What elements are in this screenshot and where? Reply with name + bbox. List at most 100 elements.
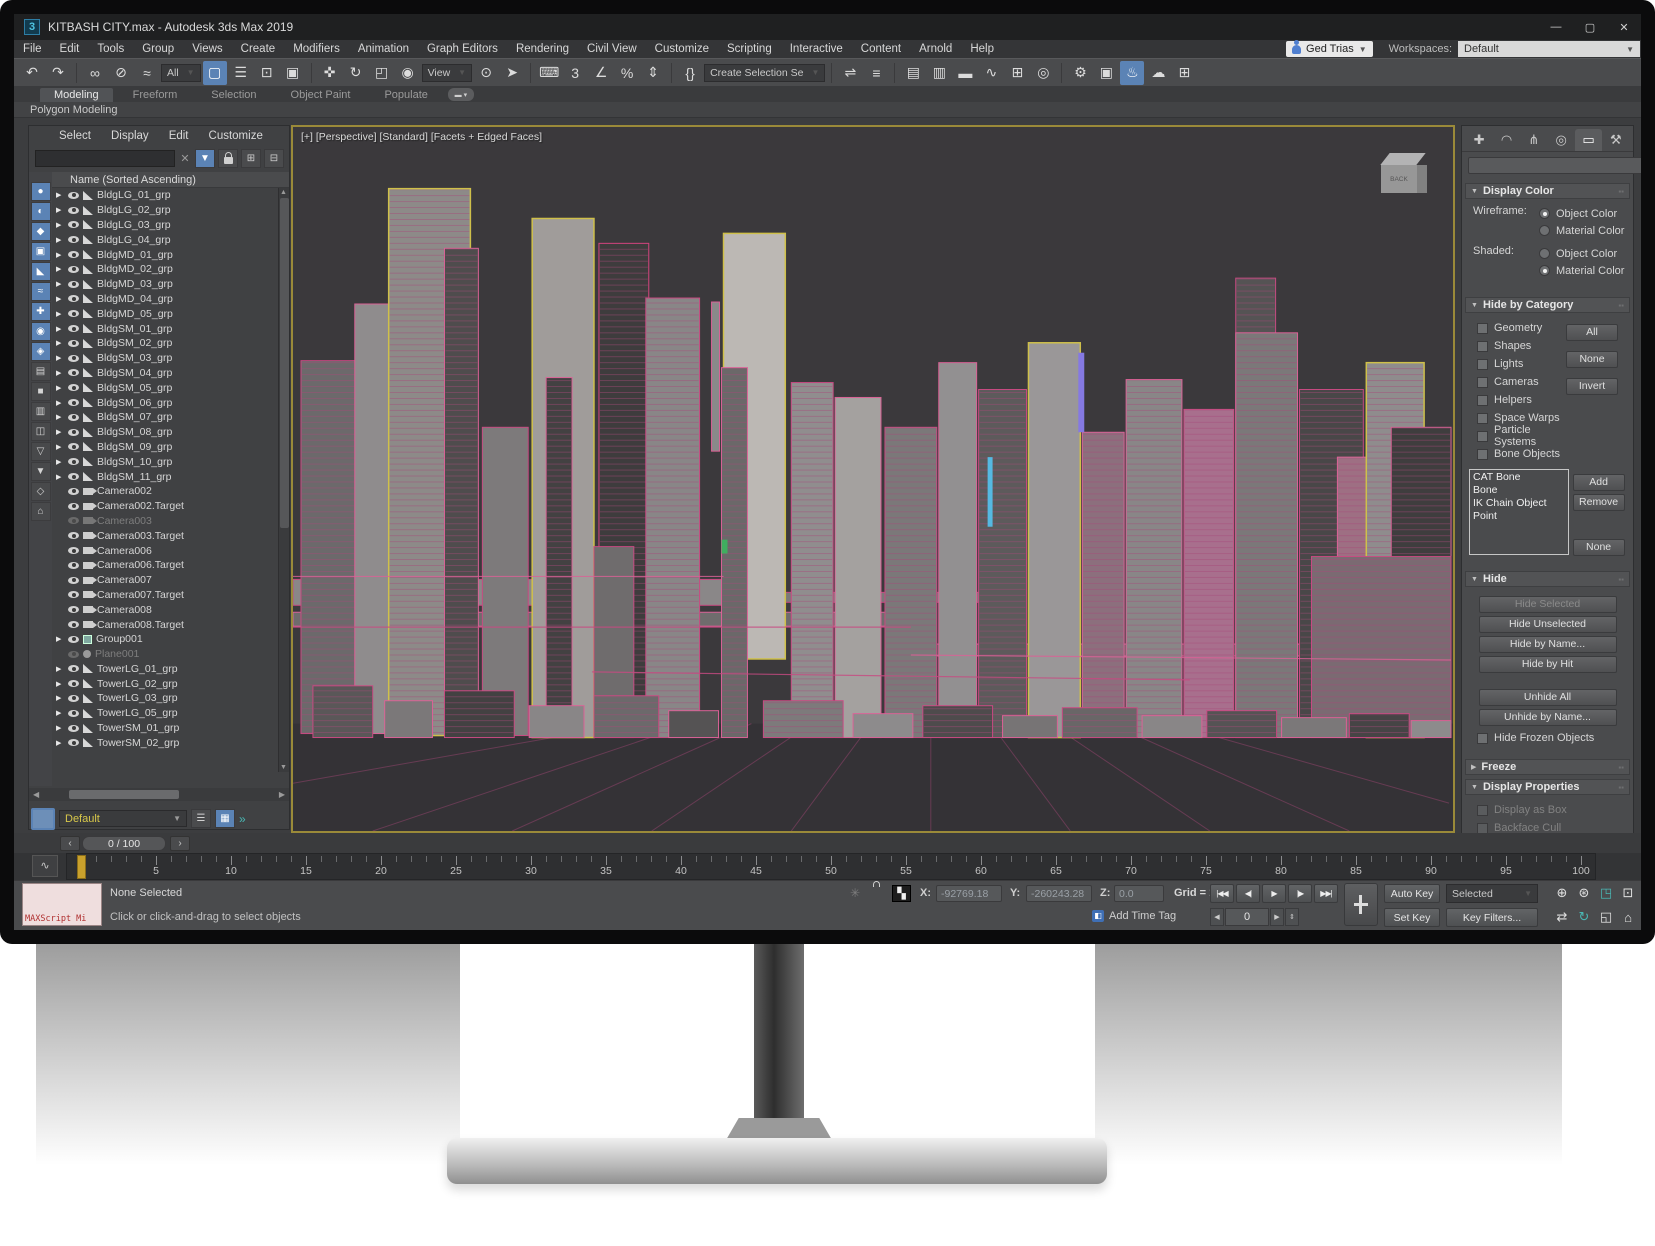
expand-icon[interactable]: ▶ [56, 665, 64, 673]
render-setup-icon[interactable]: ⚙ [1068, 61, 1092, 85]
align-icon[interactable]: ≡ [864, 61, 888, 85]
visibility-eye-icon[interactable] [68, 473, 79, 481]
display-all-icon[interactable]: ● [30, 182, 51, 201]
key-filters-button[interactable]: Key Filters... [1446, 908, 1538, 927]
schematic-view-icon[interactable]: ⊞ [1005, 61, 1029, 85]
expand-icon[interactable]: ▶ [56, 191, 64, 199]
ribbon-tab-populate[interactable]: Populate [370, 88, 441, 102]
curve-editor-icon[interactable]: ∿ [979, 61, 1003, 85]
go-to-start-button[interactable]: |◀◀ [1210, 884, 1234, 903]
bind-spacewarp-icon[interactable]: ≈ [135, 61, 159, 85]
menu-animation[interactable]: Animation [349, 40, 418, 58]
menu-content[interactable]: Content [852, 40, 910, 58]
previous-frame-button[interactable]: ‹ [60, 836, 80, 851]
list-item[interactable]: ▶ TowerSM_01_grp [52, 721, 289, 736]
visibility-eye-icon[interactable] [68, 621, 79, 628]
visibility-eye-icon[interactable] [68, 399, 79, 407]
checkbox-icon[interactable] [1477, 732, 1488, 744]
list-item[interactable]: ▶ TowerLG_03_grp [52, 691, 289, 706]
expand-icon[interactable]: ▶ [56, 413, 64, 421]
frame-range-indicator[interactable]: 0 / 100 [82, 836, 166, 851]
list-item[interactable]: ▶ BldgMD_03_grp [52, 277, 289, 292]
checkbox-icon[interactable] [1477, 412, 1488, 424]
frame-back-icon[interactable]: ◀ [1210, 908, 1224, 926]
checkbox-icon[interactable] [1477, 448, 1488, 460]
utilities-tab[interactable]: ⚒ [1603, 129, 1629, 151]
visibility-eye-icon[interactable] [68, 251, 79, 259]
visibility-eye-icon[interactable] [68, 709, 79, 717]
radio-icon[interactable] [1539, 248, 1550, 259]
radio-icon[interactable] [1539, 265, 1550, 276]
visibility-eye-icon[interactable] [68, 502, 79, 510]
maximize-viewport-icon[interactable]: ◱ [1596, 907, 1616, 927]
display-helpers-icon[interactable]: ≈ [30, 282, 51, 301]
menu-rendering[interactable]: Rendering [507, 40, 578, 58]
hide-unselectedbutton[interactable]: Hide Unselected [1478, 616, 1617, 633]
display-tab[interactable]: ▭ [1575, 129, 1602, 151]
list-item[interactable]: ▶ BldgSM_03_grp [52, 351, 289, 366]
menu-interactive[interactable]: Interactive [781, 40, 852, 58]
expand-icon[interactable]: ▶ [56, 428, 64, 436]
checkbox-icon[interactable] [1477, 430, 1488, 442]
list-item[interactable]: ▶ BldgSM_07_grp [52, 410, 289, 425]
display-spacewarps-icon[interactable]: ✚ [30, 302, 51, 321]
explorer-menu-select[interactable]: Select [51, 130, 99, 142]
visibility-eye-icon[interactable] [68, 295, 79, 303]
list-item[interactable]: Plane001 [52, 647, 289, 662]
display-geometry-icon[interactable]: ◐ [30, 202, 51, 221]
display-properties-rollout-header[interactable]: ▼ Display Properties ▪▪ [1465, 779, 1630, 795]
select-by-name-icon[interactable]: ☰ [229, 61, 253, 85]
expand-icon[interactable]: ▶ [56, 236, 64, 244]
visibility-eye-icon[interactable] [68, 635, 79, 643]
close-button[interactable]: ✕ [1607, 14, 1641, 40]
select-rotate-icon[interactable]: ↻ [344, 61, 368, 85]
explorer-preset-dropdown[interactable]: Default ▼ [59, 810, 187, 827]
all-button[interactable]: All [1566, 324, 1618, 341]
checkbox-icon[interactable] [1477, 340, 1488, 352]
list-item[interactable]: Camera008.Target [52, 617, 289, 632]
visibility-eye-icon[interactable] [68, 339, 79, 347]
explorer-menu-display[interactable]: Display [103, 130, 157, 142]
mini-curve-editor-button[interactable]: ∿ [32, 855, 58, 877]
zoom-all-icon[interactable]: ⊛ [1574, 883, 1594, 903]
display-cameras-icon[interactable]: ◣ [30, 262, 51, 281]
next-frame-button[interactable]: › [170, 836, 190, 851]
expand-icon[interactable]: ▶ [56, 295, 64, 303]
advanced-filter-icon[interactable]: ▼ [30, 462, 51, 481]
visibility-eye-icon[interactable] [68, 443, 79, 451]
named-selection-set-dropdown[interactable]: Create Selection Se ▼ [704, 63, 826, 82]
visibility-eye-icon[interactable] [68, 576, 79, 584]
time-slider[interactable]: 0510152025303540455055606570758085909510… [66, 853, 1596, 880]
unhide-allbutton[interactable]: Unhide All [1478, 689, 1617, 706]
explorer-search-input[interactable] [35, 149, 175, 167]
zoom-icon[interactable]: ⊕ [1552, 883, 1572, 903]
visibility-eye-icon[interactable] [68, 532, 79, 540]
expand-icon[interactable]: ▶ [56, 635, 64, 643]
layer-explorer-icon[interactable]: ▥ [927, 61, 951, 85]
list-item[interactable]: ▶ BldgSM_10_grp [52, 454, 289, 469]
explorer-menu-customize[interactable]: Customize [201, 130, 271, 142]
viewport[interactable]: [+] [Perspective] [Standard] [Facets + E… [291, 125, 1455, 833]
expand-icon[interactable]: ▶ [56, 325, 64, 333]
select-scale-icon[interactable]: ◰ [370, 61, 394, 85]
list-item[interactable]: ▶ BldgSM_02_grp [52, 336, 289, 351]
maximize-button[interactable]: ▢ [1573, 14, 1607, 40]
selection-set-icon[interactable]: ◇ [30, 482, 51, 501]
list-item[interactable]: ▶ BldgLG_04_grp [52, 232, 289, 247]
rect-select-region-icon[interactable]: ⊡ [255, 61, 279, 85]
use-pivot-center-icon[interactable]: ⊙ [474, 61, 498, 85]
category-checkbox-lights[interactable]: Lights [1469, 355, 1566, 373]
menu-arnold[interactable]: Arnold [910, 40, 961, 58]
scroll-up-icon[interactable]: ▲ [279, 189, 288, 196]
visibility-eye-icon[interactable] [68, 591, 79, 599]
bone-object-list[interactable]: CAT Bone Bone IK Chain Object Point [1469, 469, 1569, 555]
list-item[interactable]: Camera006 [52, 543, 289, 558]
visibility-eye-icon[interactable] [68, 369, 79, 377]
display-bones-icon[interactable]: ◉ [30, 322, 51, 341]
list-option[interactable]: CAT Bone [1473, 471, 1565, 484]
visibility-eye-icon[interactable] [68, 458, 79, 466]
add-button[interactable]: Add [1572, 474, 1625, 491]
expand-icon[interactable]: ▶ [56, 384, 64, 392]
nav-extra-icon[interactable]: ⌂ [1618, 907, 1638, 927]
selection-lock-icon[interactable]: ✳ [850, 886, 860, 900]
